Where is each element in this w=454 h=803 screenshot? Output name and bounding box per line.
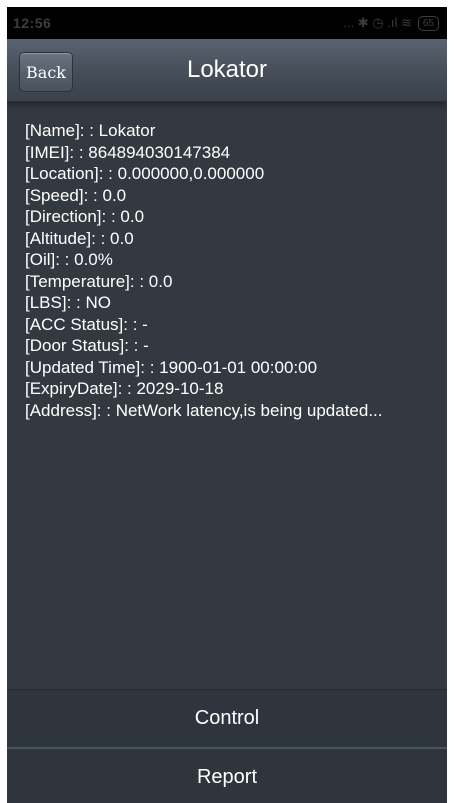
- info-row-temperature: [Temperature]: : 0.0: [25, 271, 173, 291]
- info-row-expiry-date: [ExpiryDate]: : 2029-10-18: [25, 379, 224, 398]
- info-row-name: [Name]: : Lokator: [25, 121, 156, 140]
- info-row-updated-time: [Updated Time]: : 1900-01-01 00:00:00: [25, 357, 318, 377]
- info-row-address: [Address]: : NetWork latency,is being up…: [25, 400, 383, 420]
- page-title: Lokator: [186, 56, 268, 83]
- info-row-imei: [IMEI]: : 864894030147384: [25, 142, 231, 162]
- info-row-altitude: [Altitude]: : 0.0: [25, 228, 134, 248]
- header-bar: Back Lokator: [7, 39, 447, 102]
- status-bar: 12:56 ... ✱ ◷ .ıl ≋ 65: [7, 7, 447, 39]
- back-button[interactable]: Back: [19, 52, 73, 92]
- info-row-speed: [Speed]: : 0.0: [25, 185, 127, 205]
- status-icons: ... ✱ ◷ .ıl ≋ 65: [343, 15, 439, 31]
- info-row-lbs: [LBS]: : NO: [25, 293, 111, 312]
- info-row-oil: [Oil]: : 0.0%: [25, 250, 113, 269]
- report-button[interactable]: Report: [7, 747, 447, 803]
- device-info-panel: [Name]: : Lokator [IMEI]: : 864894030147…: [7, 102, 447, 421]
- info-row-direction: [Direction]: : 0.0: [25, 207, 145, 226]
- info-row-door-status: [Door Status]: : -: [25, 336, 149, 355]
- signal-wifi-bluetooth-icons: ... ✱ ◷ .ıl ≋: [343, 15, 412, 30]
- app-screen: 12:56 ... ✱ ◷ .ıl ≋ 65 Back Lokator [Nam…: [7, 7, 447, 803]
- battery-icon: 65: [417, 15, 439, 31]
- status-time: 12:56: [13, 15, 52, 31]
- bottom-button-bar: Control Report: [7, 689, 447, 803]
- control-button[interactable]: Control: [7, 689, 447, 747]
- info-row-location: [Location]: : 0.000000,0.000000: [25, 164, 265, 183]
- info-row-acc-status: [ACC Status]: : -: [25, 314, 148, 334]
